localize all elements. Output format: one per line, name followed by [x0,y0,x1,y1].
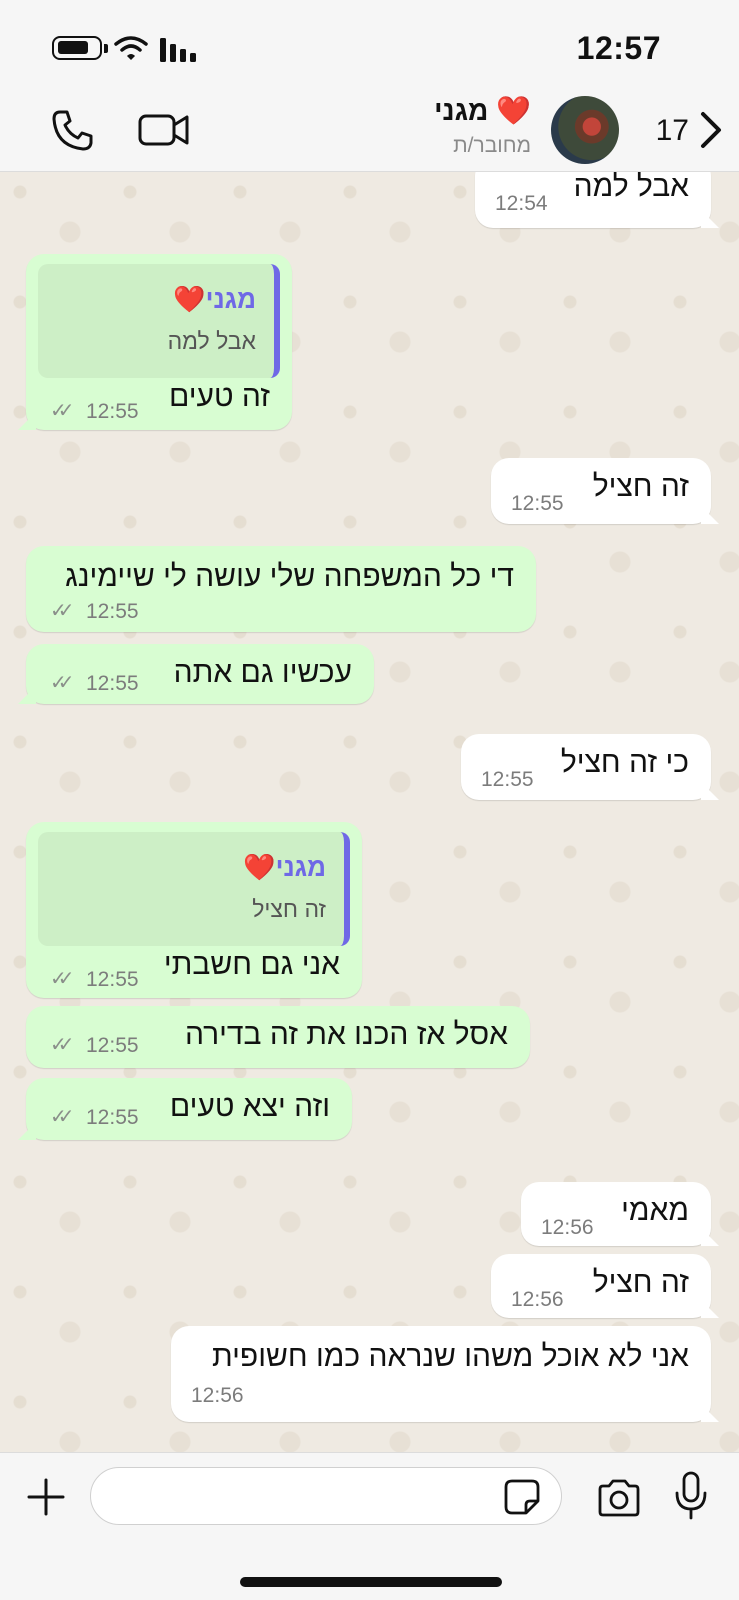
status-time: 12:57 [576,30,661,66]
message-text: זה חציל [592,470,689,503]
message-time: 12:55 [511,492,564,515]
heart-icon: ❤️ [243,852,276,882]
composer-bar [0,1452,739,1600]
double-check-icon: ✓✓ [50,672,74,694]
message-time: 12:56 [191,1384,244,1407]
message-bubble-outgoing[interactable]: וזה יצא טעים ✓✓ 12:55 [26,1078,352,1140]
heart-icon: ❤️ [496,95,531,126]
message-text: עכשיו גם אתה [173,656,352,689]
microphone-icon[interactable] [674,1471,708,1521]
message-time: 12:55 [86,1106,139,1129]
contact-name[interactable]: ❤️ מגני [434,94,531,127]
battery-cap [104,44,108,53]
message-bubble-incoming[interactable]: מאמי 12:56 [521,1182,711,1246]
message-time: 12:55 [86,672,139,695]
contact-status: מחובר/ת [453,134,531,157]
message-bubble-outgoing[interactable]: מגני❤️ אבל למה זה טעים ✓✓ 12:55 [26,254,292,430]
message-text: אני לא אוכל משהו שנראה כמו חשופית [212,1340,689,1373]
message-text: אסל אז הכנו את זה בדירה [184,1018,508,1051]
message-bubble-incoming[interactable]: כי זה חציל 12:55 [461,734,711,800]
message-bubble-outgoing[interactable]: אסל אז הכנו את זה בדירה ✓✓ 12:55 [26,1006,530,1068]
double-check-icon: ✓✓ [50,1106,74,1128]
heart-icon: ❤️ [173,284,206,314]
wifi-icon [114,36,148,60]
plus-icon[interactable] [26,1477,66,1517]
message-text: אבל למה [573,172,689,203]
message-input[interactable] [90,1467,562,1525]
double-check-icon: ✓✓ [50,600,74,622]
message-text: אני גם חשבתי [163,948,340,981]
message-bubble-outgoing[interactable]: עכשיו גם אתה ✓✓ 12:55 [26,644,374,704]
unread-count[interactable]: 17 [656,114,689,148]
message-text: זה טעים [168,380,270,413]
double-check-icon: ✓✓ [50,968,74,990]
message-bubble-outgoing[interactable]: מגני❤️ זה חציל אני גם חשבתי ✓✓ 12:55 [26,822,362,998]
quote-text: אבל למה [167,328,256,354]
back-chevron-icon[interactable] [693,108,727,152]
message-time: 12:55 [86,1034,139,1057]
phone-icon[interactable] [50,108,94,152]
battery-icon [52,36,102,60]
message-time: 12:56 [511,1288,564,1311]
message-text: זה חציל [592,1266,689,1299]
message-bubble-incoming[interactable]: זה חציל 12:55 [491,458,711,524]
quote-author-name: מגני [275,852,326,882]
message-time: 12:54 [495,192,548,215]
quote-author: מגני❤️ [243,852,326,883]
message-bubble-outgoing[interactable]: די כל המשפחה שלי עושה לי שיימינג ✓✓ 12:5… [26,546,536,632]
message-bubble-incoming[interactable]: אני לא אוכל משהו שנראה כמו חשופית 12:56 [171,1326,711,1422]
message-time: 12:56 [541,1216,594,1239]
quote-text: זה חציל [252,896,326,922]
reply-quote[interactable]: מגני❤️ אבל למה [38,264,280,378]
video-icon[interactable] [138,112,190,148]
message-text: מאמי [621,1194,689,1227]
signal-icon [160,38,196,62]
message-time: 12:55 [86,400,139,423]
home-indicator[interactable] [240,1577,502,1587]
contact-name-text: מגני [434,95,489,126]
camera-icon[interactable] [596,1479,642,1517]
message-time: 12:55 [86,600,139,623]
reply-quote[interactable]: מגני❤️ זה חציל [38,832,350,946]
message-text: וזה יצא טעים [169,1090,330,1123]
message-time: 12:55 [481,768,534,791]
status-bar: 12:57 [0,0,739,88]
message-bubble-incoming[interactable]: אבל למה 12:54 [475,172,711,228]
message-time: 12:55 [86,968,139,991]
double-check-icon: ✓✓ [50,1034,74,1056]
message-text: די כל המשפחה שלי עושה לי שיימינג [65,560,514,593]
message-text: כי זה חציל [560,746,689,779]
double-check-icon: ✓✓ [50,400,74,422]
quote-author: מגני❤️ [173,284,256,315]
quote-author-name: מגני [205,284,256,314]
chat-area[interactable]: אבל למה 12:54 מגני❤️ אבל למה זה טעים ✓✓ … [0,172,739,1452]
chat-header: ❤️ מגני מחובר/ת 17 [0,88,739,172]
sticker-icon[interactable] [504,1479,540,1515]
message-bubble-incoming[interactable]: זה חציל 12:56 [491,1254,711,1318]
avatar[interactable] [551,96,619,164]
